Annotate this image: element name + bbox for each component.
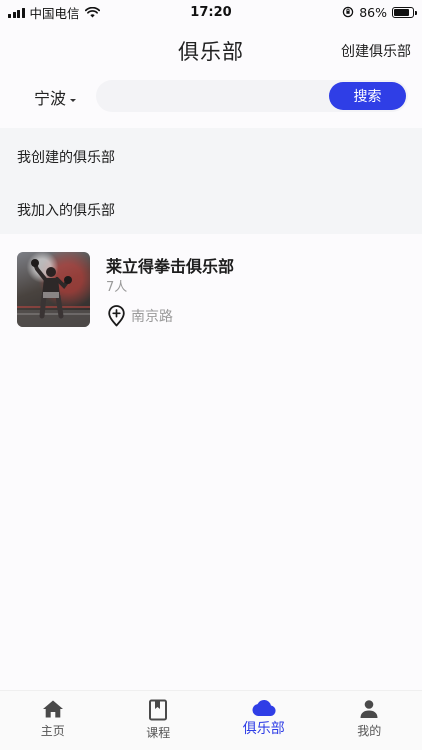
tab-club[interactable]: 俱乐部: [211, 691, 317, 750]
city-selector[interactable]: 宁波: [34, 85, 77, 109]
orientation-lock-icon: [342, 6, 354, 18]
boxer-image: [17, 259, 90, 327]
search-row: 宁波 搜索: [0, 78, 422, 114]
tab-home-label: 主页: [40, 724, 65, 738]
search-button[interactable]: 搜索: [329, 82, 406, 110]
location-pin-icon: [108, 305, 125, 327]
tab-mine[interactable]: 我的: [317, 691, 422, 750]
cloud-icon: [252, 699, 276, 716]
create-club-button[interactable]: 创建俱乐部: [341, 41, 411, 61]
club-card[interactable]: 莱立得拳击俱乐部 7人 南京路: [0, 246, 422, 338]
wifi-icon: [84, 6, 100, 17]
battery-fill: [394, 8, 410, 16]
tab-courses-label: 课程: [146, 726, 171, 740]
city-label: 宁波: [34, 89, 67, 108]
home-icon: [42, 700, 63, 718]
club-member-count: 7人: [106, 280, 128, 295]
filter-panel: 我创建的俱乐部 我加入的俱乐部: [0, 128, 422, 234]
battery-percent: 86%: [359, 4, 387, 20]
tab-courses[interactable]: 课程: [106, 691, 212, 750]
tab-bar: 主页 课程 俱乐部 我的: [0, 690, 422, 750]
club-location: 南京路: [106, 305, 173, 327]
club-location-label: 南京路: [131, 309, 173, 325]
club-thumbnail: [17, 252, 90, 327]
header: 俱乐部 创建俱乐部: [0, 24, 422, 74]
status-left: 中国电信: [8, 3, 100, 22]
status-right: 86%: [342, 4, 417, 20]
status-time: 17:20: [190, 4, 232, 20]
tab-home[interactable]: 主页: [0, 691, 106, 750]
status-bar: 中国电信 17:20 86%: [0, 0, 422, 24]
signal-icon: [8, 7, 25, 18]
search-input[interactable]: [110, 80, 320, 112]
tab-club-label: 俱乐部: [242, 721, 285, 737]
tab-mine-label: 我的: [357, 724, 382, 738]
my-joined-clubs-item[interactable]: 我加入的俱乐部: [17, 200, 115, 220]
carrier-label: 中国电信: [29, 5, 80, 21]
page-title: 俱乐部: [178, 40, 244, 64]
person-icon: [360, 700, 378, 718]
club-name: 莱立得拳击俱乐部: [106, 257, 235, 276]
my-created-clubs-item[interactable]: 我创建的俱乐部: [17, 147, 115, 167]
search-box: 搜索: [96, 80, 408, 112]
battery-icon: [392, 6, 417, 18]
caret-down-icon: [70, 98, 77, 102]
book-icon: [149, 699, 168, 721]
